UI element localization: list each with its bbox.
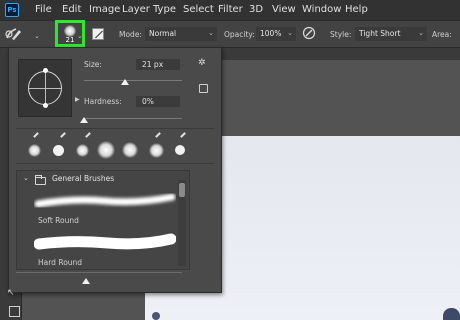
hardness-field[interactable]: 0% bbox=[136, 96, 180, 107]
opacity-field[interactable]: 100% ⌄ bbox=[256, 27, 296, 41]
mode-value: Normal bbox=[149, 29, 177, 38]
angle-arrow-icon[interactable]: ▶ bbox=[75, 96, 80, 103]
menu-view[interactable]: View bbox=[272, 4, 296, 15]
size-slider-thumb[interactable] bbox=[121, 79, 130, 85]
menu-select[interactable]: Select bbox=[183, 4, 214, 15]
pressure-opacity-icon[interactable] bbox=[302, 26, 316, 40]
recent-brush-swatch[interactable] bbox=[27, 143, 41, 157]
brush-panel-toggle-icon[interactable] bbox=[92, 28, 104, 40]
menu-window[interactable]: Window bbox=[302, 4, 341, 15]
preset-list-scroll-thumb[interactable] bbox=[179, 183, 185, 197]
menu-bar: Ps File Edit Image Layer Type Select Fil… bbox=[0, 0, 460, 20]
new-preset-icon[interactable] bbox=[199, 84, 208, 93]
style-select[interactable]: Tight Short ⌄ bbox=[355, 27, 427, 41]
hard-round-stroke-preview[interactable] bbox=[34, 232, 176, 256]
menu-layer[interactable]: Layer bbox=[122, 4, 150, 15]
hardness-slider-track[interactable] bbox=[84, 118, 182, 119]
gear-icon[interactable]: ✲ bbox=[198, 58, 206, 68]
size-label: Size: bbox=[84, 60, 102, 69]
mode-label: Mode: bbox=[119, 30, 142, 39]
rotate-view-icon[interactable]: ↖ bbox=[7, 288, 15, 298]
tool-preset-chevron-icon[interactable]: ⌄ bbox=[34, 32, 40, 40]
size-slider-track[interactable] bbox=[84, 80, 182, 81]
recent-brush-swatch[interactable] bbox=[122, 142, 138, 158]
history-brush-icon[interactable] bbox=[4, 26, 26, 42]
preset-name[interactable]: Hard Round bbox=[38, 258, 82, 267]
roundness-handle[interactable] bbox=[43, 68, 48, 73]
canvas-image-detail bbox=[443, 308, 460, 320]
mode-select[interactable]: Normal ⌄ bbox=[145, 27, 217, 41]
menu-edit[interactable]: Edit bbox=[62, 4, 81, 15]
preview-size-slider-thumb[interactable] bbox=[82, 278, 90, 284]
recent-brush-swatch[interactable] bbox=[52, 144, 64, 156]
panel-divider bbox=[16, 163, 214, 164]
opacity-label: Opacity: bbox=[224, 30, 255, 39]
area-label: Area: bbox=[432, 30, 452, 39]
chevron-down-icon: ⌄ bbox=[418, 29, 424, 37]
recent-brush-swatch[interactable] bbox=[75, 143, 89, 157]
preview-size-slider-track[interactable] bbox=[16, 272, 182, 273]
menu-type[interactable]: Type bbox=[153, 4, 176, 15]
roundness-handle[interactable] bbox=[43, 103, 48, 108]
quick-mask-icon[interactable] bbox=[9, 306, 20, 317]
recent-brush-swatch[interactable] bbox=[97, 141, 115, 159]
crosshair-vertical bbox=[45, 72, 46, 104]
group-name[interactable]: General Brushes bbox=[52, 174, 114, 186]
style-label: Style: bbox=[330, 30, 352, 39]
menu-file[interactable]: File bbox=[35, 4, 52, 15]
style-value: Tight Short bbox=[359, 29, 401, 38]
menu-filter[interactable]: Filter bbox=[218, 4, 243, 15]
brush-roundness-circle bbox=[28, 71, 62, 105]
menu-3d[interactable]: 3D bbox=[249, 4, 263, 15]
chevron-down-icon: ⌄ bbox=[287, 29, 293, 37]
recent-brush-swatch[interactable] bbox=[175, 145, 185, 155]
panel-divider bbox=[16, 128, 214, 129]
soft-round-stroke-preview[interactable] bbox=[34, 190, 176, 212]
collapse-chevron-icon[interactable]: ⌄ bbox=[23, 174, 29, 182]
opacity-value: 100% bbox=[260, 29, 282, 38]
brush-angle-preview[interactable]: ▶ bbox=[18, 59, 80, 117]
hardness-label: Hardness: bbox=[84, 97, 122, 106]
menu-image[interactable]: Image bbox=[89, 4, 120, 15]
preset-name[interactable]: Soft Round bbox=[38, 216, 79, 225]
hardness-slider-thumb[interactable] bbox=[80, 117, 88, 123]
photoshop-logo: Ps bbox=[5, 3, 19, 17]
brush-picker-chevron-icon[interactable]: ⌄ bbox=[77, 32, 83, 40]
canvas-image-detail bbox=[152, 312, 160, 320]
document-tab-bar bbox=[220, 48, 460, 60]
folder-icon bbox=[35, 175, 46, 185]
recent-brush-swatch[interactable] bbox=[148, 142, 164, 158]
menu-help[interactable]: Help bbox=[345, 4, 368, 15]
chevron-down-icon: ⌄ bbox=[208, 29, 214, 37]
size-field[interactable]: 21 px bbox=[136, 59, 180, 70]
